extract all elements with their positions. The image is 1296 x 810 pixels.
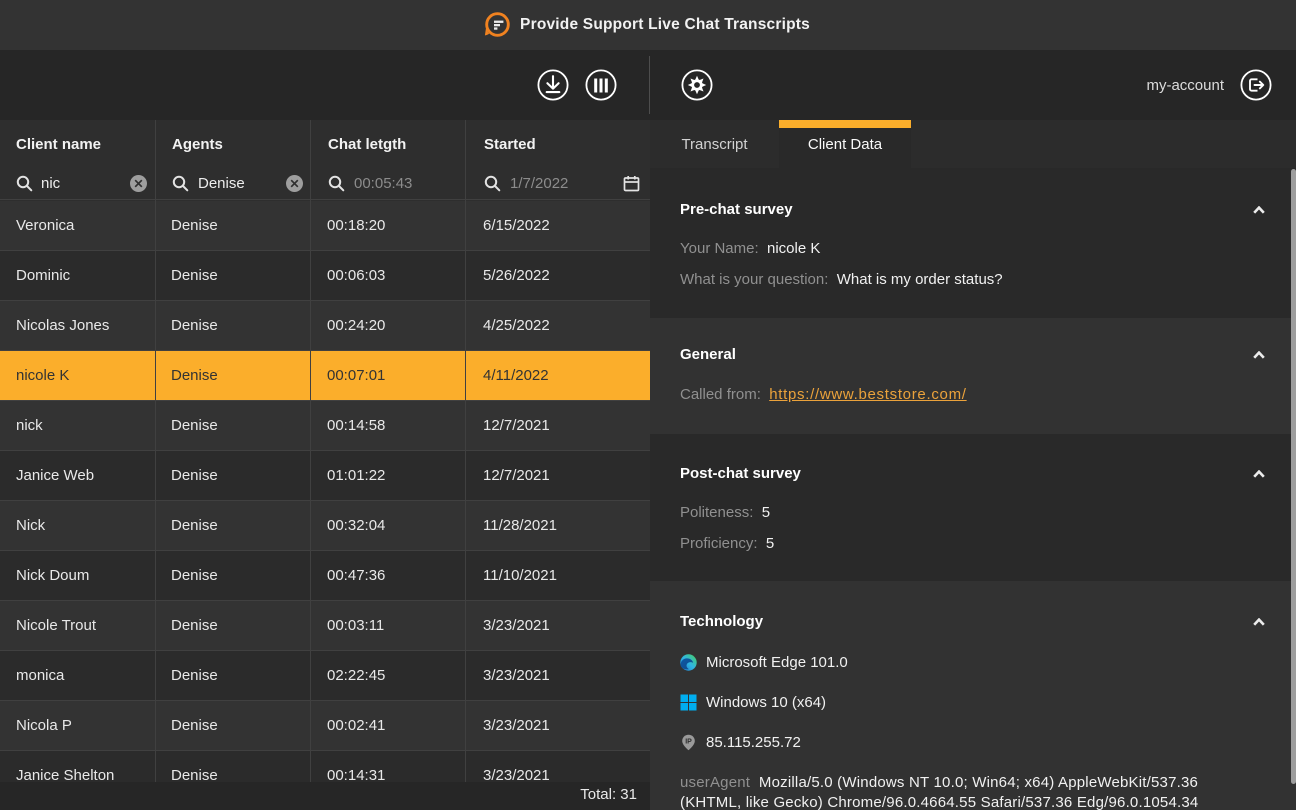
svg-text:IP: IP: [685, 738, 692, 745]
